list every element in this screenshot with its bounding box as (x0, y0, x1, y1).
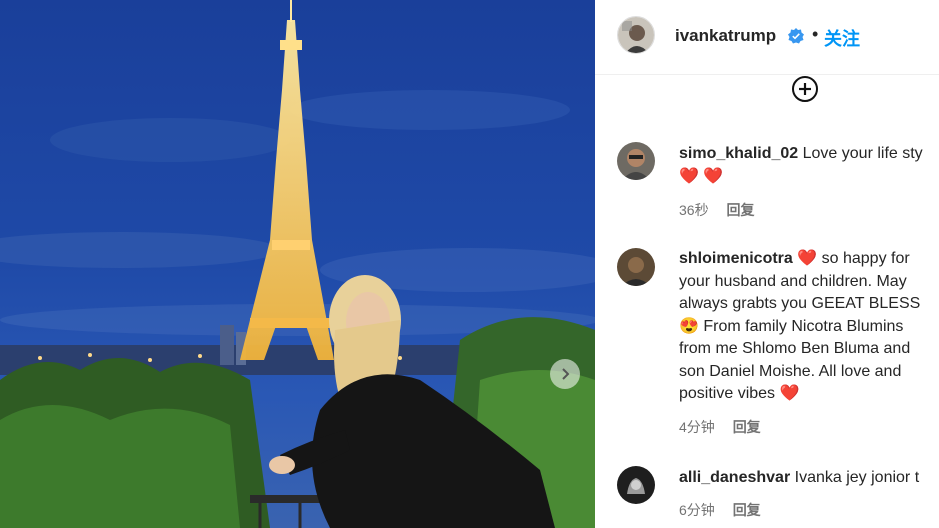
header-separator: • (812, 24, 819, 44)
comment-username[interactable]: alli_daneshvar (679, 469, 790, 486)
verified-badge-icon (788, 28, 804, 44)
chevron-right-icon (562, 368, 570, 380)
commenter-avatar[interactable] (617, 466, 655, 504)
comment-line: Love your life sty (802, 145, 923, 162)
comment-line: ❤️ so happy for (797, 250, 910, 267)
comment-text: alli_daneshvar Ivanka jey jonior t (679, 467, 939, 490)
author-avatar-image (618, 17, 654, 53)
comment-time: 6分钟 (679, 502, 715, 518)
comments-panel: ivankatrump • 关注 simo_khalid_02 Love you… (595, 0, 939, 528)
comment-line: 😍 From family Nicotra Blumins (679, 317, 904, 335)
commenter-avatar-image (617, 248, 655, 286)
next-photo-button[interactable] (550, 359, 580, 389)
post-header: ivankatrump • 关注 (595, 0, 939, 75)
comment-line: son Daniel Moishe. All love and (679, 362, 902, 380)
comment-meta: 6分钟 回复 (679, 500, 775, 520)
commenter-avatar-image (617, 142, 655, 180)
comment-line: from me Shlomo Ben Bluma and (679, 340, 911, 357)
author-username[interactable]: ivankatrump (675, 26, 776, 46)
author-avatar[interactable] (617, 16, 655, 54)
comment-time: 4分钟 (679, 419, 715, 435)
post-photo[interactable] (0, 0, 595, 528)
comment-username[interactable]: simo_khalid_02 (679, 145, 798, 162)
reply-button[interactable]: 回复 (733, 419, 761, 435)
commenter-avatar[interactable] (617, 248, 655, 286)
eiffel-tower-image (0, 0, 595, 528)
comment-line: positive vibes ❤️ (679, 385, 800, 402)
comment-text: shloimenicotra ❤️ so happy for your husb… (679, 248, 939, 406)
comment-meta: 4分钟 回复 (679, 417, 775, 437)
reply-button[interactable]: 回复 (726, 202, 754, 218)
comment-text: simo_khalid_02 Love your life sty ❤️ ❤️ (679, 143, 939, 188)
plus-circle-icon[interactable] (791, 75, 819, 103)
comment-line: your husband and children. May (679, 272, 907, 290)
comment-line: Ivanka jey jonior t (794, 469, 920, 486)
commenter-avatar-image (617, 466, 655, 504)
comment-line: ❤️ ❤️ (679, 167, 724, 185)
commenter-avatar[interactable] (617, 142, 655, 180)
comment-line: always grabts you GEEAT BLESS (679, 295, 921, 312)
follow-button[interactable]: 关注 (824, 25, 860, 51)
comment-time: 36秒 (679, 202, 709, 218)
comment-username[interactable]: shloimenicotra (679, 250, 793, 267)
comment-meta: 36秒 回复 (679, 200, 768, 220)
reply-button[interactable]: 回复 (733, 502, 761, 518)
